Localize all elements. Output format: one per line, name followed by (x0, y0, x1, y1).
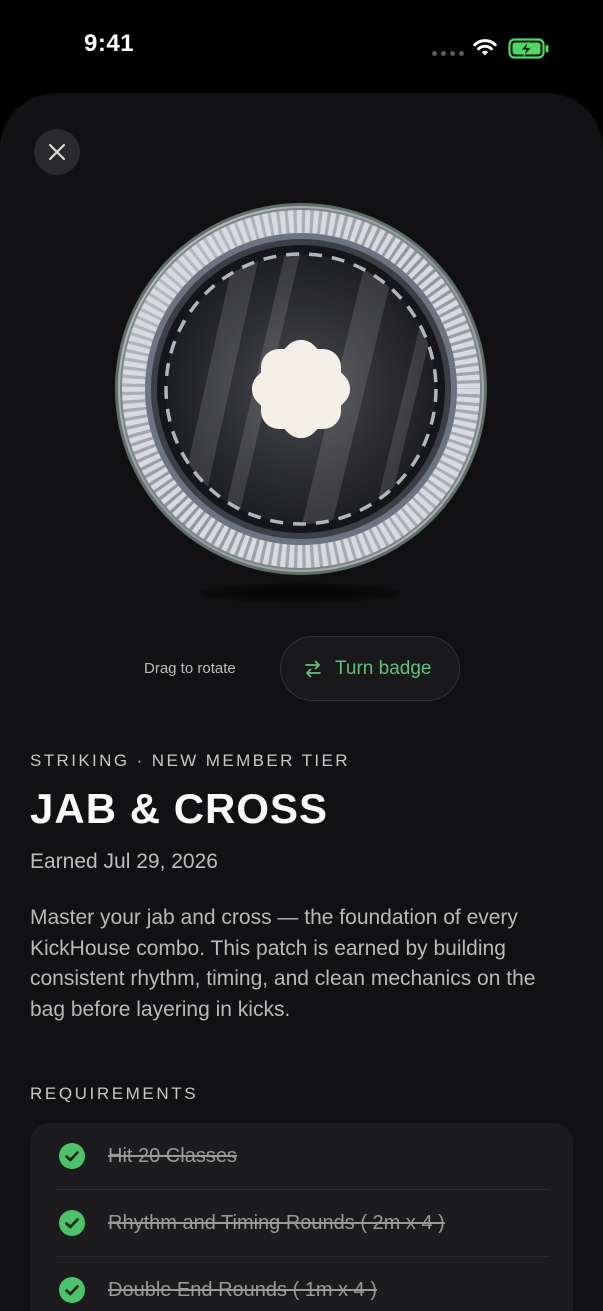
badge-description: Master your jab and cross — the foundati… (30, 906, 536, 1021)
turn-badge-button[interactable]: Turn badge (280, 636, 460, 701)
badge-category: STRIKING · NEW MEMBER TIER (30, 751, 350, 770)
requirement-item: Double End Rounds ( 1m x 4 ) (30, 1257, 573, 1311)
badge-detail-sheet: Drag to rotate Turn badge STRIKING · NEW… (0, 93, 603, 1311)
requirement-text: Double End Rounds ( 1m x 4 ) (108, 1278, 378, 1301)
wifi-icon (473, 39, 497, 56)
check-circle-icon (59, 1143, 85, 1169)
requirements-heading: REQUIREMENTS (30, 1084, 199, 1103)
requirement-text: Rhythm and Timing Rounds ( 2m x 4 ) (108, 1211, 445, 1234)
requirements-list: Hit 20 Classes Rhythm and Timing Rounds … (30, 1123, 573, 1311)
swap-arrows-icon (305, 660, 321, 677)
badge-shadow (200, 583, 400, 603)
check-circle-icon (59, 1277, 85, 1303)
badge-title: JAB & CROSS (30, 785, 329, 832)
check-circle-icon (59, 1210, 85, 1236)
turn-badge-label: Turn badge (335, 657, 432, 679)
close-icon (48, 143, 66, 161)
battery-charging-icon (508, 38, 549, 59)
drag-hint: Drag to rotate (144, 660, 236, 677)
status-time: 9:41 (84, 30, 135, 57)
cellular-signal-icon (432, 51, 464, 56)
requirement-item: Hit 20 Classes (30, 1123, 573, 1189)
close-button[interactable] (34, 129, 80, 175)
requirement-text: Hit 20 Classes (108, 1144, 237, 1167)
requirement-item: Rhythm and Timing Rounds ( 2m x 4 ) (30, 1190, 573, 1256)
badge-coin[interactable] (113, 201, 489, 577)
status-bar: 9:41 (0, 0, 603, 95)
earned-date: Earned Jul 29, 2026 (30, 850, 218, 873)
